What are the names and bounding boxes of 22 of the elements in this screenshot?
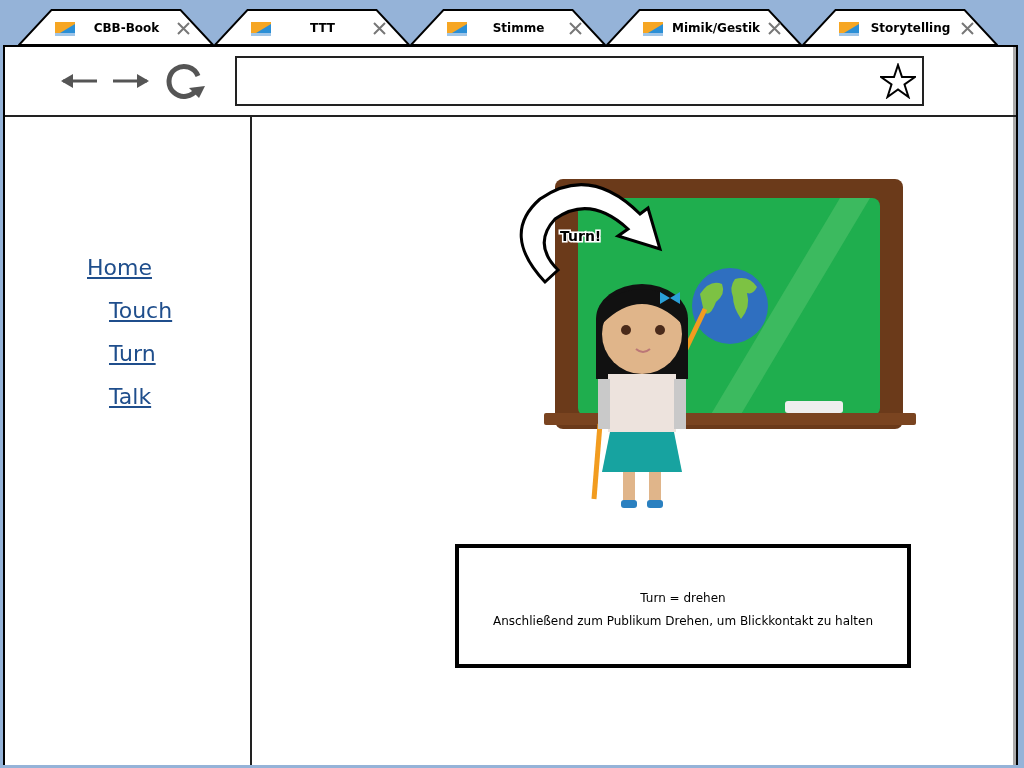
caption-text: Anschließend zum Publikum Drehen, um Blickkontakt zu halten bbox=[492, 613, 874, 628]
nav-link[interactable]: Touch bbox=[109, 298, 173, 323]
favicon-icon bbox=[838, 20, 860, 36]
nav-link[interactable]: Turn bbox=[109, 341, 156, 366]
favicon-icon bbox=[446, 20, 468, 36]
browser-tab[interactable]: Storytelling bbox=[802, 9, 998, 45]
browser-tab[interactable]: Stimme bbox=[410, 9, 606, 45]
curved-arrow-icon bbox=[519, 183, 662, 284]
address-field[interactable] bbox=[235, 56, 924, 106]
favicon-icon bbox=[250, 20, 272, 36]
caption-text: Turn = drehen bbox=[640, 590, 726, 605]
back-arrow-icon[interactable] bbox=[59, 71, 99, 91]
forward-arrow-icon[interactable] bbox=[111, 71, 151, 91]
nav-link[interactable]: Talk bbox=[109, 384, 152, 409]
close-icon[interactable] bbox=[768, 21, 781, 35]
browser-tab[interactable]: TTT bbox=[214, 9, 410, 45]
nav-link[interactable]: Home bbox=[87, 255, 152, 280]
browser-tab[interactable]: Mimik/Gestik bbox=[606, 9, 802, 45]
browser-tab[interactable]: CBB-Book bbox=[18, 9, 214, 45]
star-icon[interactable] bbox=[880, 63, 916, 99]
favicon-icon bbox=[642, 20, 664, 36]
favicon-icon bbox=[54, 20, 76, 36]
